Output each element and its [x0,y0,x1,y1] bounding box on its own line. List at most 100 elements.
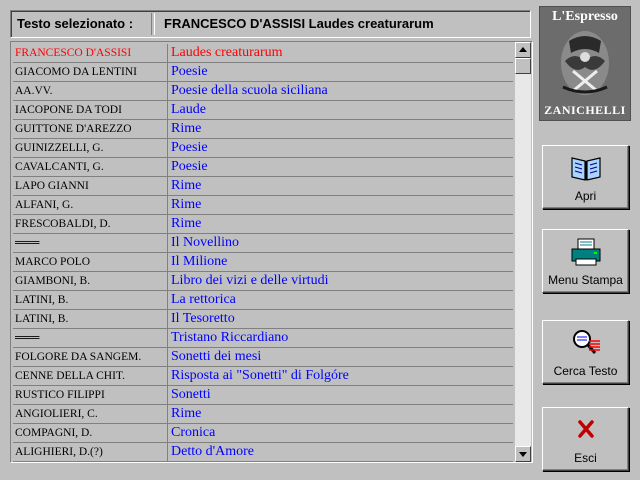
list-row[interactable]: LATINI, B. La rettorica [13,291,513,310]
column-separator [167,101,168,120]
row-author: MARCO POLO [15,256,91,268]
text-list[interactable]: FRANCESCO D'ASSISI Laudes creaturarum GIAC… [10,41,533,463]
list-row[interactable]: COMPAGNI, D. Cronica [13,424,513,443]
logo-publisher: ZANICHELLI [544,103,626,117]
row-author: FRESCOBALDI, D. [15,218,111,230]
search-text-label: Cerca Testo [553,364,618,378]
row-author: ANGIOLIERI, C. [15,408,98,420]
selected-text-value: FRANCESCO D'ASSISI Laudes creaturarum [164,16,434,31]
header-divider [151,13,155,35]
exit-button[interactable]: Esci [542,407,629,471]
row-title: Il Novellino [171,235,240,250]
column-separator [167,158,168,177]
arrow-up-icon [519,47,527,52]
column-separator [167,272,168,291]
row-author: ═══ [15,237,40,249]
list-row[interactable]: GIAMBONI, B. Libro dei vizi e delle virtu… [13,272,513,291]
list-row[interactable]: MARCO POLO Il Milione [13,253,513,272]
book-icon [571,157,601,181]
row-author: RUSTICO FILIPPI [15,389,105,401]
column-separator [167,63,168,82]
row-title: Sonetti dei mesi [171,349,262,364]
row-title: Rime [171,197,202,212]
row-title: Rime [171,178,202,193]
row-title: Sonetti [171,387,211,402]
column-separator [167,82,168,101]
row-author: GIACOMO DA LENTINI [15,66,138,78]
list-row[interactable]: ═══ Tristano Riccardiano [13,329,513,348]
column-separator [167,234,168,253]
arrow-down-icon [519,452,527,457]
row-author: ALIGHIERI, D.(?) [15,446,103,458]
row-author: ═══ [15,332,40,344]
list-scrollbar[interactable] [515,42,531,462]
list-row[interactable]: ANGIOLIERI, C. Rime [13,405,513,424]
column-separator [167,367,168,386]
list-row[interactable]: FRANCESCO D'ASSISI Laudes creaturarum [13,44,513,63]
row-author: GUITTONE D'AREZZO [15,123,132,135]
list-row[interactable]: GUINIZZELLI, G. Poesie [13,139,513,158]
list-row[interactable]: ALIGHIERI, D.(?) Detto d'Amore [13,443,513,462]
print-menu-button[interactable]: Menu Stampa [542,229,629,293]
column-separator [167,291,168,310]
row-author: CENNE DELLA CHIT. [15,370,125,382]
scroll-thumb[interactable] [515,58,531,74]
row-author: LAPO GIANNI [15,180,89,192]
scroll-down-button[interactable] [515,446,531,462]
column-separator [167,310,168,329]
column-separator [167,196,168,215]
row-title: Detto d'Amore [171,444,255,459]
list-row[interactable]: LAPO GIANNI Rime [13,177,513,196]
list-row[interactable]: GUITTONE D'AREZZO Rime [13,120,513,139]
scroll-up-button[interactable] [515,42,531,58]
row-title: Rime [171,216,202,231]
list-row[interactable]: AA.VV. Poesie della scuola siciliana [13,82,513,101]
list-row[interactable]: LATINI, B. Il Tesoretto [13,310,513,329]
row-author: IACOPONE DA TODI [15,104,122,116]
column-separator [167,139,168,158]
row-title: Rime [171,406,202,421]
print-menu-label: Menu Stampa [548,273,623,287]
open-button-label: Apri [574,189,597,203]
row-title: Libro dei vizi e delle virtudi [171,273,329,288]
column-separator [167,386,168,405]
printer-icon [571,238,601,266]
list-row[interactable]: ═══ Il Novellino [13,234,513,253]
row-title: Cronica [171,425,216,440]
column-separator [167,44,168,63]
row-title: Poesie [171,64,208,79]
row-author: LATINI, B. [15,313,69,325]
emblem-icon [561,31,609,95]
column-separator [167,177,168,196]
row-title: Il Milione [171,254,228,269]
list-row[interactable]: GIACOMO DA LENTINI Poesie [13,63,513,82]
row-title: Laudes creaturarum [171,45,283,60]
column-separator [167,405,168,424]
row-author: COMPAGNI, D. [15,427,93,439]
row-title: Laude [171,102,206,117]
open-button[interactable]: Apri [542,145,629,209]
list-row[interactable]: CAVALCANTI, G. Poesie [13,158,513,177]
row-author: FOLGORE DA SANGEM. [15,351,142,363]
list-row[interactable]: CENNE DELLA CHIT. Risposta ai "Sonetti" d… [13,367,513,386]
list-row[interactable]: RUSTICO FILIPPI Sonetti [13,386,513,405]
column-separator [167,443,168,462]
search-text-button[interactable]: Cerca Testo [542,320,629,384]
row-title: Poesie della scuola siciliana [171,83,328,98]
column-separator [167,424,168,443]
column-separator [167,348,168,367]
row-author: GIAMBONI, B. [15,275,91,287]
list-row[interactable]: FRESCOBALDI, D. Rime [13,215,513,234]
row-title: Rime [171,121,202,136]
publisher-logo: L'Espresso ZANICHELLI [539,6,631,121]
list-row[interactable]: IACOPONE DA TODI Laude [13,101,513,120]
row-author: GUINIZZELLI, G. [15,142,104,154]
row-title: Il Tesoretto [171,311,235,326]
close-x-icon [578,420,594,438]
list-row[interactable]: ALFANI, G. Rime [13,196,513,215]
list-row[interactable]: FOLGORE DA SANGEM. Sonetti dei mesi [13,348,513,367]
exit-button-label: Esci [574,451,597,465]
row-title: Risposta ai "Sonetti" di Folgóre [171,368,349,383]
row-author: CAVALCANTI, G. [15,161,104,173]
logo-brand: L'Espresso [552,9,618,24]
